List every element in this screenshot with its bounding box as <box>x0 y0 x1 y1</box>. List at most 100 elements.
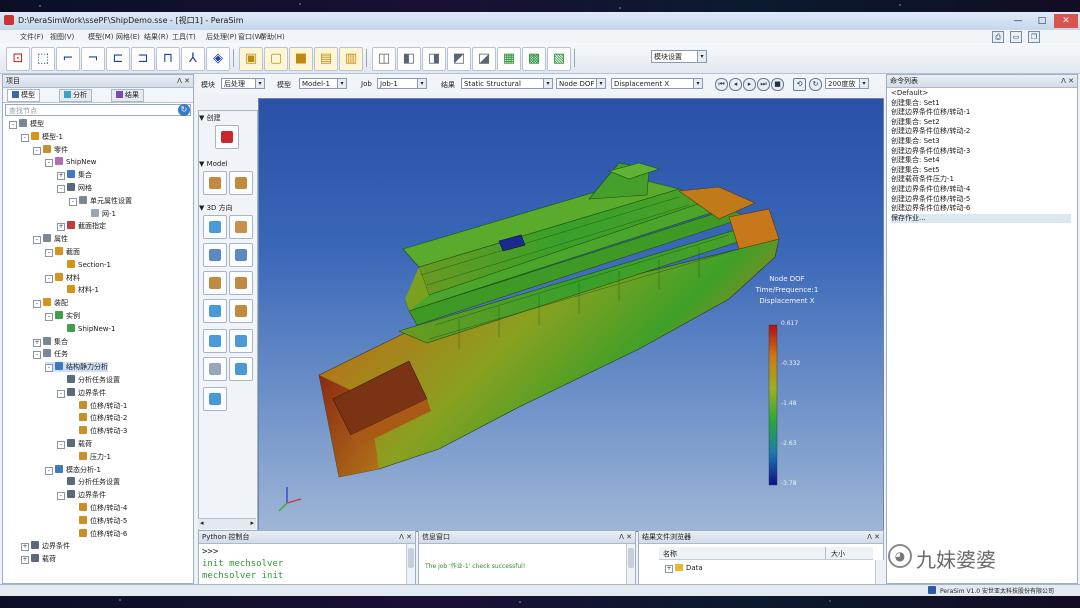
view-top-icon[interactable]: ⊓ <box>156 47 180 71</box>
collapse-icon[interactable]: - <box>33 300 41 309</box>
tree-node[interactable]: 位移/转动-4 <box>69 503 127 513</box>
tree-node[interactable]: - 零件 <box>33 144 68 155</box>
command-item[interactable]: 创建载荷条件压力-1 <box>891 175 954 184</box>
column-size-header[interactable]: 大小 <box>831 549 845 559</box>
tree-node[interactable]: 位移/转动-1 <box>69 400 127 411</box>
collapse-icon[interactable]: - <box>33 146 41 155</box>
view-front-icon[interactable]: ⌐ <box>56 47 80 71</box>
scroll-left-icon[interactable]: ◂ <box>200 519 204 527</box>
mesh-display-icon[interactable]: ◫ <box>372 47 396 71</box>
tree-node[interactable]: - 边界条件 <box>57 490 106 501</box>
menu-item[interactable]: 文件(F) <box>20 32 44 42</box>
palette-scrollbar[interactable]: ◂ ▸ <box>198 518 256 529</box>
collapse-icon[interactable]: - <box>57 389 65 398</box>
collapse-icon[interactable]: - <box>33 236 41 245</box>
fit-view-icon[interactable]: ⬚ <box>31 47 55 71</box>
stop-icon[interactable]: ■ <box>771 78 784 91</box>
minimize-button[interactable]: — <box>1006 14 1030 28</box>
tree-node[interactable]: - 模型-1 <box>21 131 63 142</box>
restore-icon[interactable]: ❐ <box>1028 31 1040 43</box>
tree-node[interactable]: - 边界条件 <box>57 387 106 398</box>
l-shape-gold-icon[interactable] <box>229 299 253 323</box>
command-item[interactable]: 创建边界条件位移/转动-4 <box>891 185 970 194</box>
scale-combo[interactable]: 200度放 ▾ <box>825 78 869 89</box>
tree-node[interactable]: 网-1 <box>81 208 116 219</box>
tree-node[interactable]: 分析任务设置 <box>57 375 120 385</box>
module-combo[interactable]: 后处理 ▾ <box>221 78 265 89</box>
collapse-icon[interactable]: - <box>45 159 53 168</box>
column-name-header[interactable]: 名称 <box>663 549 677 559</box>
deform-icon[interactable]: ⟲ <box>793 78 806 91</box>
expand-icon[interactable]: + <box>21 556 29 565</box>
cube-icon[interactable] <box>229 329 253 353</box>
collapse-icon[interactable]: - <box>57 185 65 193</box>
collapse-icon[interactable]: - <box>57 492 65 501</box>
panel-close-icon[interactable]: ᐱ ✕ <box>867 531 880 543</box>
collapse-icon[interactable]: - <box>69 197 77 206</box>
tree-node[interactable]: - 任务 <box>33 349 68 360</box>
tree-node[interactable]: - 结构静力分析 <box>45 362 108 373</box>
tab-analysis[interactable]: 分析 <box>59 89 92 102</box>
mesh-free-icon[interactable]: ◨ <box>422 47 446 71</box>
command-item[interactable]: 创建集合: Set4 <box>891 156 940 165</box>
tree-node[interactable]: - 网格 <box>57 183 92 193</box>
collapse-icon[interactable]: - <box>45 466 53 475</box>
collapse-icon[interactable]: - <box>45 249 53 257</box>
create-part-icon[interactable] <box>215 125 239 149</box>
save-icon[interactable]: ▭ <box>1010 31 1022 43</box>
tree-node[interactable]: - 单元属性设置 <box>69 195 132 206</box>
rotate-icon[interactable]: ↻ <box>809 78 822 91</box>
tree-search-input[interactable]: 查找节点 ↻ <box>5 104 191 116</box>
panel-close-icon[interactable]: ᐱ ✕ <box>177 75 190 87</box>
expand-icon[interactable]: + <box>665 565 673 573</box>
collapse-icon[interactable]: - <box>45 274 53 283</box>
first-frame-icon[interactable]: ⏮ <box>715 78 728 91</box>
menu-item[interactable]: 网格(E) <box>116 32 140 42</box>
iso-view-icon[interactable]: ◈ <box>206 47 230 71</box>
tree-node[interactable]: + 边界条件 <box>21 541 70 552</box>
view-right-icon[interactable]: ⊐ <box>131 47 155 71</box>
expand-icon[interactable]: + <box>57 172 65 181</box>
tree-node[interactable]: 压力-1 <box>69 451 111 462</box>
tree-node[interactable]: 材料-1 <box>57 285 99 295</box>
solid-cube-icon[interactable]: ■ <box>289 47 313 71</box>
star-icon[interactable] <box>203 357 227 381</box>
component-combo[interactable]: Displacement X ▾ <box>611 78 703 89</box>
collapse-icon[interactable]: - <box>33 351 41 360</box>
menu-item[interactable]: 结果(R) <box>144 32 168 42</box>
command-item[interactable]: <Default> <box>891 89 928 98</box>
reset-view-icon[interactable]: ⊡ <box>6 47 30 71</box>
gear-icon[interactable] <box>229 357 253 381</box>
expand-icon[interactable]: + <box>57 223 65 232</box>
mesh-feature-icon[interactable]: ◩ <box>447 47 471 71</box>
cylinder-icon[interactable] <box>203 329 227 353</box>
tree-node[interactable]: + 截面指定 <box>57 221 106 232</box>
printer-icon[interactable]: ⎙ <box>992 31 1004 43</box>
cut-icon[interactable] <box>229 271 253 295</box>
menu-item[interactable]: 工具(T) <box>172 32 196 42</box>
shaded-cube-icon[interactable]: ▣ <box>239 47 263 71</box>
tree-node[interactable]: - 截面 <box>45 247 80 257</box>
play-icon[interactable]: ▸ <box>743 78 756 91</box>
collapse-icon[interactable]: - <box>57 441 65 449</box>
element-wire-icon[interactable]: ▩ <box>522 47 546 71</box>
view-back-icon[interactable]: ¬ <box>81 47 105 71</box>
collapse-icon[interactable]: - <box>45 364 53 373</box>
axis-triad-icon[interactable]: ⅄ <box>181 47 205 71</box>
tree-node[interactable]: - ShipNew <box>45 157 97 168</box>
refresh-icon[interactable]: ↻ <box>178 104 190 116</box>
tree-node[interactable]: - 材料 <box>45 272 80 283</box>
l-shape-icon[interactable] <box>203 271 227 295</box>
menu-item[interactable]: 后处理(P) <box>206 32 237 42</box>
collapse-icon[interactable]: - <box>45 313 53 321</box>
tree-node[interactable]: 分析任务设置 <box>57 477 120 487</box>
expand-icon[interactable]: + <box>33 338 41 347</box>
command-item[interactable]: 创建集合: Set1 <box>891 99 940 108</box>
sweep-icon[interactable] <box>203 243 227 267</box>
menu-item[interactable]: 视图(V) <box>50 32 74 42</box>
tree-node[interactable]: Section-1 <box>57 259 111 270</box>
tab-model[interactable]: 模型 <box>7 89 40 102</box>
mesh-edge-icon[interactable]: ◧ <box>397 47 421 71</box>
command-item[interactable]: 保存作业... <box>891 213 1071 223</box>
next-frame-icon[interactable]: ⏭ <box>757 78 770 91</box>
